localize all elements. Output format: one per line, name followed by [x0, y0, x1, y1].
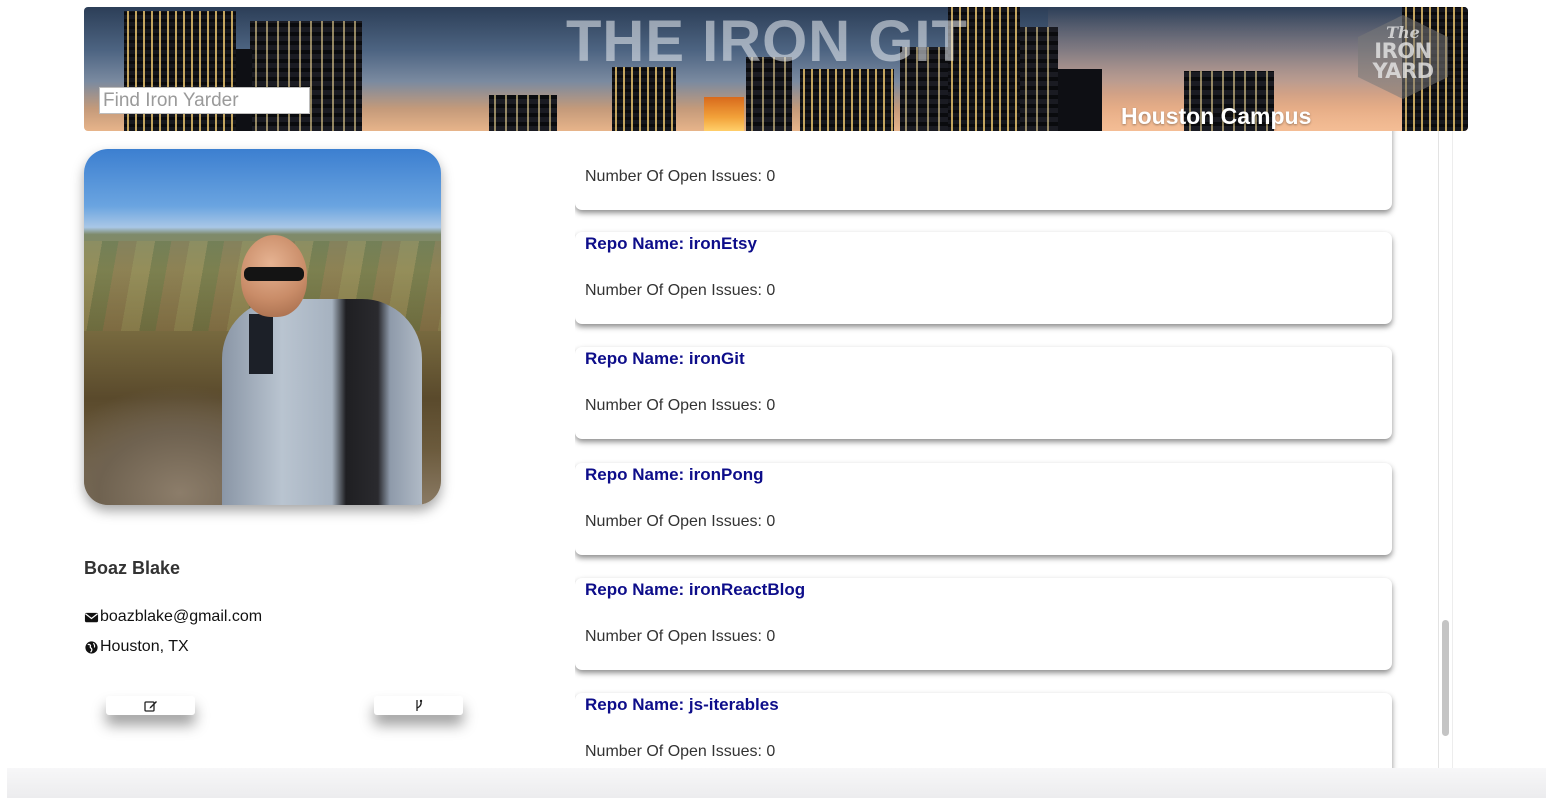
repo-list[interactable]: Number Of Open Issues: 0 Repo Name: iron… [575, 131, 1405, 783]
fork-button[interactable] [374, 696, 463, 715]
banner-building [612, 67, 676, 131]
repo-card[interactable]: Repo Name: ironReactBlog Number Of Open … [575, 578, 1392, 670]
banner-building [250, 21, 362, 131]
repo-open-issues: Number Of Open Issues: 0 [585, 397, 776, 414]
iron-yard-logo: The IRON YARD [1354, 13, 1452, 101]
repo-card[interactable]: Repo Name: ironGit Number Of Open Issues… [575, 347, 1392, 439]
campus-label: Houston Campus [1121, 103, 1312, 129]
banner-building [1058, 69, 1102, 131]
scrollbar-thumb[interactable] [1442, 620, 1449, 736]
globe-icon [85, 640, 98, 654]
repo-open-issues: Number Of Open Issues: 0 [585, 168, 776, 185]
email-row: boazblake@gmail.com [84, 608, 262, 626]
repo-name[interactable]: Repo Name: ironGit [585, 349, 745, 369]
banner-building [800, 69, 894, 131]
repo-name[interactable]: Repo Name: js-iterables [585, 695, 779, 715]
banner-building [704, 97, 744, 131]
repo-open-issues: Number Of Open Issues: 0 [585, 282, 776, 299]
banner-building [1020, 27, 1058, 131]
repo-card[interactable]: Number Of Open Issues: 0 [575, 131, 1392, 210]
logo-line-3: YARD [1372, 59, 1434, 83]
profile-photo [84, 149, 441, 505]
app-title: THE IRON GIT [566, 9, 968, 74]
location-row: Houston, TX [84, 638, 189, 656]
photo-person-shirt [249, 314, 273, 374]
scrollbar[interactable] [1438, 131, 1453, 783]
header-banner: THE IRON GIT Houston Campus The IRON YAR… [84, 7, 1468, 131]
repo-name[interactable]: Repo Name: ironPong [585, 465, 764, 485]
repo-open-issues: Number Of Open Issues: 0 [585, 513, 776, 530]
user-email[interactable]: boazblake@gmail.com [100, 608, 262, 626]
window-bottom-edge [7, 768, 1546, 798]
banner-building [489, 95, 557, 131]
fork-icon [415, 699, 422, 711]
repo-name[interactable]: Repo Name: ironEtsy [585, 234, 757, 254]
edit-profile-button[interactable] [106, 696, 195, 715]
repo-open-issues: Number Of Open Issues: 0 [585, 628, 776, 645]
search-input[interactable] [99, 87, 310, 114]
edit-icon [143, 700, 157, 712]
repo-card[interactable]: Repo Name: ironEtsy Number Of Open Issue… [575, 232, 1392, 324]
photo-person-sunglasses [244, 267, 304, 281]
repo-name[interactable]: Repo Name: ironReactBlog [585, 580, 805, 600]
envelope-icon [84, 612, 99, 622]
user-name: Boaz Blake [84, 558, 181, 578]
user-location: Houston, TX [100, 638, 189, 655]
repo-open-issues: Number Of Open Issues: 0 [585, 743, 776, 760]
repo-card[interactable]: Repo Name: ironPong Number Of Open Issue… [575, 463, 1392, 555]
